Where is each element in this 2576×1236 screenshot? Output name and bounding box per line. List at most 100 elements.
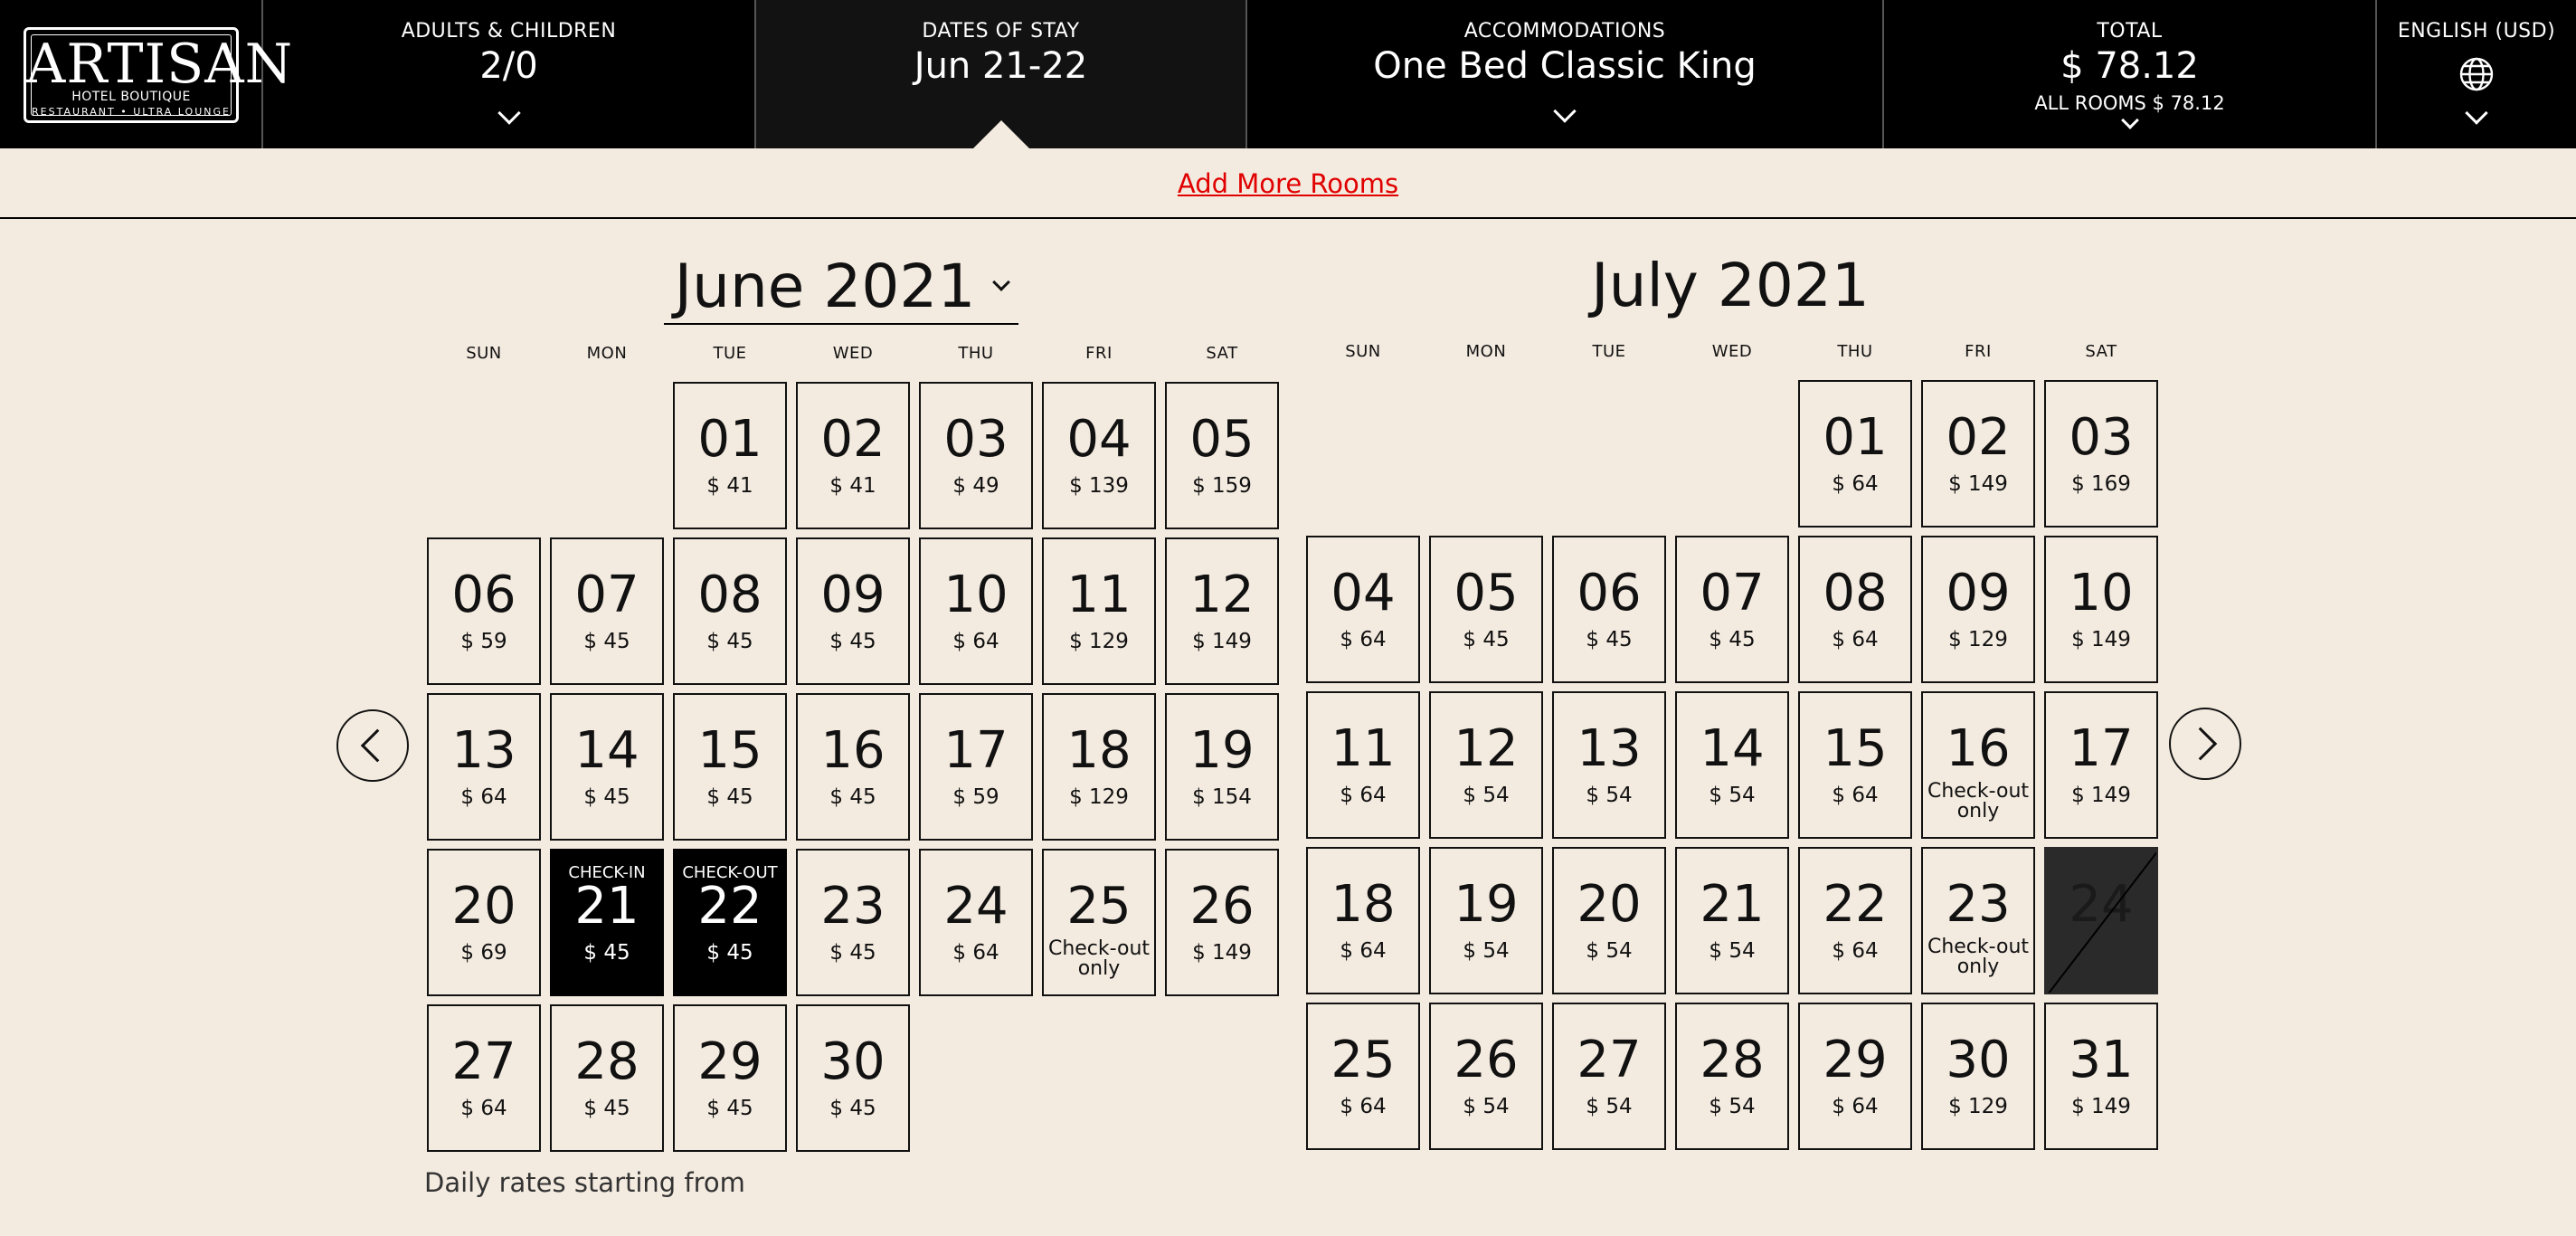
calendar-day-cell[interactable]: 13 $ 64 (427, 693, 541, 841)
day-number: 15 (697, 721, 762, 780)
weekday-header: SUN (466, 344, 502, 363)
calendar-day-cell[interactable]: 11 $ 64 (1306, 691, 1420, 839)
calendar-day-cell[interactable]: 03 $ 49 (919, 382, 1033, 529)
day-number: 18 (1331, 875, 1396, 934)
calendar-day-cell[interactable]: 08 $ 64 (1798, 536, 1912, 683)
add-more-rooms-link[interactable]: Add More Rooms (1178, 168, 1398, 199)
calendar-day-cell[interactable]: 20 $ 69 (427, 849, 541, 996)
day-number: 28 (1700, 1031, 1765, 1089)
calendar-day-cell[interactable]: 07 $ 45 (1675, 536, 1789, 683)
day-rate: $ 45 (706, 941, 753, 965)
calendar-day-cell[interactable]: 14 $ 54 (1675, 691, 1789, 839)
calendar-day-cell[interactable]: 29 $ 45 (673, 1004, 787, 1152)
calendar-day-cell[interactable]: 19 $ 54 (1429, 847, 1543, 994)
day-rate: $ 45 (706, 1097, 753, 1120)
day-rate: $ 49 (952, 474, 999, 498)
day-number: 14 (574, 721, 639, 780)
guests-selector[interactable]: ADULTS & CHILDREN 2/0 (263, 0, 756, 148)
day-number: 27 (1577, 1031, 1642, 1089)
calendar-day-cell[interactable]: 27 $ 64 (427, 1004, 541, 1152)
calendar-day-cell[interactable]: 16 $ 45 (796, 693, 910, 841)
day-rate: $ 45 (1586, 628, 1633, 651)
calendar-day-cell[interactable]: 05 $ 159 (1165, 382, 1279, 529)
calendar-day-cell[interactable]: 31 $ 149 (2044, 1003, 2158, 1150)
day-number: 25 (1331, 1031, 1396, 1089)
calendar-day-cell[interactable]: 25 $ 64 (1306, 1003, 1420, 1150)
day-number: 04 (1331, 564, 1396, 623)
calendar-day-cell[interactable]: CHECK-IN 21 $ 45 (550, 849, 664, 996)
calendar-day-cell[interactable]: 15 $ 45 (673, 693, 787, 841)
calendar-day-cell[interactable]: 18 $ 129 (1042, 693, 1156, 841)
calendar-day-cell[interactable]: 26 $ 149 (1165, 849, 1279, 996)
calendar-day-cell[interactable]: 06 $ 45 (1552, 536, 1666, 683)
dates-selector[interactable]: DATES OF STAY Jun 21-22 (756, 0, 1247, 149)
calendar-day-cell[interactable]: 17 $ 149 (2044, 691, 2158, 839)
calendar-day-cell[interactable]: 23 Check-out only (1921, 847, 2035, 994)
weekday-header: SAT (2085, 342, 2117, 361)
total-summary[interactable]: TOTAL $ 78.12 ALL ROOMS $ 78.12 (1884, 0, 2377, 148)
calendar-day-cell[interactable]: 25 Check-out only (1042, 849, 1156, 996)
calendar-day-cell[interactable]: 21 $ 54 (1675, 847, 1789, 994)
calendar-day-cell[interactable]: 14 $ 45 (550, 693, 664, 841)
calendar-day-cell[interactable]: 22 $ 64 (1798, 847, 1912, 994)
language-currency-selector[interactable]: ENGLISH (USD) (2377, 0, 2576, 148)
calendar-day-cell[interactable]: 09 $ 129 (1921, 536, 2035, 683)
day-number: 30 (820, 1032, 886, 1091)
calendar-day-cell[interactable]: 02 $ 41 (796, 382, 910, 529)
calendar-day-cell[interactable]: 03 $ 169 (2044, 380, 2158, 528)
accommodations-selector[interactable]: ACCOMMODATIONS One Bed Classic King (1247, 0, 1884, 148)
day-number: 04 (1066, 410, 1132, 469)
calendar-day-cell[interactable]: 05 $ 45 (1429, 536, 1543, 683)
calendar-day-cell[interactable]: 24 $ 64 (919, 849, 1033, 996)
calendar-day-cell[interactable]: 30 $ 129 (1921, 1003, 2035, 1150)
june-month-selector[interactable]: June 2021 (664, 249, 1018, 325)
day-rate: $ 54 (1586, 1095, 1633, 1118)
calendar-day-cell[interactable]: 13 $ 54 (1552, 691, 1666, 839)
day-number: 23 (820, 877, 886, 936)
day-number: 17 (943, 721, 1009, 780)
calendar-day-cell[interactable]: 30 $ 45 (796, 1004, 910, 1152)
calendar-day-cell[interactable]: 04 $ 139 (1042, 382, 1156, 529)
weekday-header: THU (1837, 342, 1873, 361)
calendar-day-cell[interactable]: 26 $ 54 (1429, 1003, 1543, 1150)
day-number: 20 (451, 877, 516, 936)
calendar-day-cell[interactable]: 02 $ 149 (1921, 380, 2035, 528)
previous-month-button[interactable] (336, 709, 409, 782)
calendar-day-cell[interactable]: 28 $ 54 (1675, 1003, 1789, 1150)
calendar-day-cell[interactable]: 08 $ 45 (673, 537, 787, 685)
calendar-day-cell[interactable]: 10 $ 149 (2044, 536, 2158, 683)
calendar-day-cell[interactable]: 01 $ 64 (1798, 380, 1912, 528)
calendar-day-cell[interactable]: 15 $ 64 (1798, 691, 1912, 839)
calendar-day-cell[interactable]: 29 $ 64 (1798, 1003, 1912, 1150)
day-number: 23 (1946, 875, 2011, 934)
calendar-day-cell[interactable]: 12 $ 54 (1429, 691, 1543, 839)
day-rate: $ 45 (583, 630, 630, 653)
calendar-day-cell[interactable]: 11 $ 129 (1042, 537, 1156, 685)
calendar-day-cell[interactable]: 04 $ 64 (1306, 536, 1420, 683)
calendar-day-cell[interactable]: 07 $ 45 (550, 537, 664, 685)
calendar-day-cell[interactable]: 28 $ 45 (550, 1004, 664, 1152)
calendar-day-cell[interactable]: 16 Check-out only (1921, 691, 2035, 839)
hotel-logo[interactable]: ARTISAN HOTEL BOUTIQUE RESTAURANT • ULTR… (0, 0, 292, 148)
calendar-day-cell[interactable]: 01 $ 41 (673, 382, 787, 529)
day-rate: $ 64 (1832, 628, 1879, 651)
calendar-day-cell[interactable]: 20 $ 54 (1552, 847, 1666, 994)
day-rate: $ 45 (829, 630, 876, 653)
chevron-down-icon (1553, 100, 1577, 123)
day-rate: $ 41 (706, 474, 753, 498)
calendar-day-cell[interactable]: 10 $ 64 (919, 537, 1033, 685)
calendar-day-cell[interactable]: 19 $ 154 (1165, 693, 1279, 841)
day-rate: $ 54 (1586, 784, 1633, 807)
calendar-day-cell[interactable]: CHECK-OUT 22 $ 45 (673, 849, 787, 996)
next-month-button[interactable] (2169, 708, 2241, 780)
logo-badge: ARTISAN HOTEL BOUTIQUE RESTAURANT • ULTR… (24, 27, 292, 123)
calendar-day-cell[interactable]: 18 $ 64 (1306, 847, 1420, 994)
day-rate: $ 149 (1192, 941, 1252, 965)
day-number: 08 (1823, 564, 1888, 623)
calendar-day-cell[interactable]: 06 $ 59 (427, 537, 541, 685)
calendar-day-cell[interactable]: 23 $ 45 (796, 849, 910, 996)
calendar-day-cell[interactable]: 09 $ 45 (796, 537, 910, 685)
calendar-day-cell[interactable]: 17 $ 59 (919, 693, 1033, 841)
calendar-day-cell[interactable]: 27 $ 54 (1552, 1003, 1666, 1150)
calendar-day-cell[interactable]: 12 $ 149 (1165, 537, 1279, 685)
